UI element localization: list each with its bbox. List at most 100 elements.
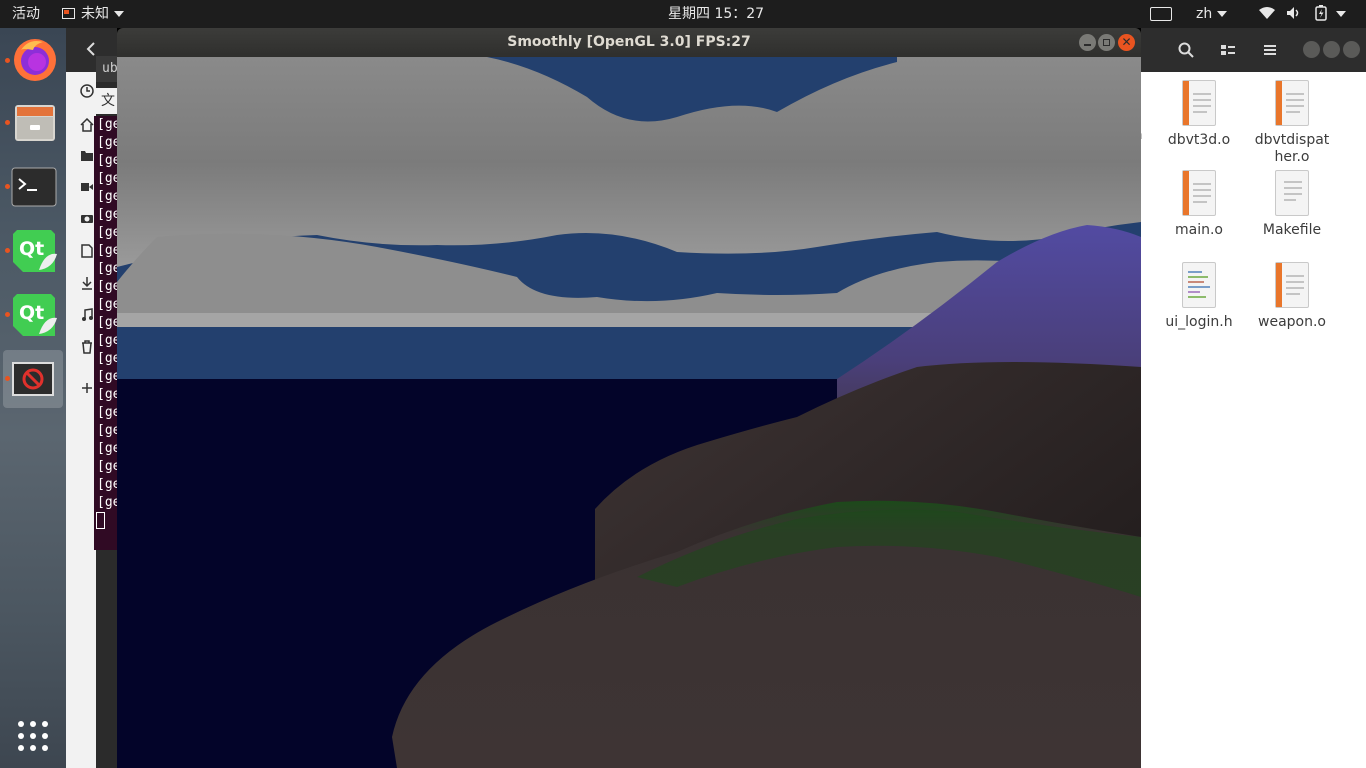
activities-button[interactable]: 活动 — [12, 0, 40, 28]
terminal-icon — [11, 167, 57, 207]
home-icon[interactable] — [80, 118, 94, 132]
terminal-line: [ge — [97, 261, 118, 276]
running-indicator — [5, 184, 10, 189]
terminal-line: [ge — [97, 243, 118, 258]
search-icon[interactable] — [1178, 42, 1194, 58]
view-options-icon[interactable] — [1220, 42, 1236, 58]
video-icon[interactable] — [80, 182, 94, 192]
top-bar: 活动 未知 星期四 15：27 zh — [0, 0, 1366, 28]
terminal-line: [ge — [97, 405, 118, 420]
terminal-line: [ge — [97, 135, 118, 150]
terminal-line: [ge — [97, 153, 118, 168]
running-indicator — [5, 248, 10, 253]
window-titlebar[interactable]: Smoothly [OpenGL 3.0] FPS:27 ✕ — [117, 28, 1141, 57]
file-name: dbvt3d.o — [1167, 132, 1231, 148]
app-menu-label: 未知 — [81, 6, 109, 22]
object-file-icon — [1275, 262, 1309, 308]
app-grid-icon — [18, 721, 48, 751]
object-file-icon — [1275, 80, 1309, 126]
music-icon[interactable] — [81, 308, 93, 322]
file-name: dbvtdispat her.o — [1254, 132, 1330, 165]
download-icon[interactable] — [81, 276, 93, 290]
app-menu[interactable]: 未知 — [62, 0, 124, 28]
dock-item-qt-creator[interactable]: Qt — [3, 222, 63, 280]
chevron-down-icon — [1217, 11, 1228, 17]
files-icon — [15, 105, 55, 141]
terminal-line: [ge — [97, 459, 118, 474]
terminal-line: [ge — [97, 279, 118, 294]
running-indicator — [5, 376, 10, 381]
object-file-icon — [1182, 170, 1216, 216]
close-icon[interactable]: ✕ — [1118, 34, 1135, 51]
chevron-down-icon — [1336, 11, 1347, 17]
qt-icon: Qt — [13, 294, 57, 336]
terminal-cursor — [96, 512, 105, 529]
svg-text:Qt: Qt — [19, 238, 44, 260]
terminal-line: [ge — [97, 423, 118, 438]
file-name: Makefile — [1262, 222, 1322, 238]
qt-icon: Qt — [13, 230, 57, 272]
dock: Qt Qt — [0, 28, 66, 768]
terminal-line: [ge — [97, 387, 118, 402]
file-item[interactable]: dbvt3d.o — [1154, 80, 1244, 148]
menu-icon[interactable] — [1262, 42, 1278, 58]
file-name: ui_login.h — [1165, 314, 1233, 330]
file-item[interactable]: Makefile — [1247, 170, 1337, 238]
folder-icon[interactable] — [80, 150, 94, 162]
terminal-line: [ge — [97, 369, 118, 384]
terminal-tab[interactable]: ub — [96, 56, 118, 82]
terminal-line: [ge — [97, 117, 118, 132]
app-window-icon — [62, 8, 75, 19]
terminal-line: [ge — [97, 351, 118, 366]
trash-icon[interactable] — [81, 340, 93, 354]
terminal-line: [ge — [97, 441, 118, 456]
dock-item-firefox[interactable] — [3, 32, 63, 90]
terminal-line: [ge — [97, 171, 118, 186]
maximize-icon[interactable] — [1098, 34, 1115, 51]
dock-item-qt-creator-2[interactable]: Qt — [3, 286, 63, 344]
file-manager-content: a dbvt3d.o dbvtdispat her.o main.o Makef… — [1134, 72, 1366, 768]
file-item[interactable]: dbvtdispat her.o — [1247, 80, 1337, 166]
show-applications-button[interactable] — [17, 720, 49, 752]
input-method-label: zh — [1196, 6, 1213, 22]
document-icon[interactable] — [81, 244, 93, 258]
terminal-line: [ge — [97, 189, 118, 204]
3d-scene-viewport[interactable] — [117, 57, 1141, 768]
code-file-icon — [1182, 262, 1216, 308]
terminal-line: [ge — [97, 207, 118, 222]
recent-icon[interactable] — [80, 84, 94, 98]
running-indicator — [5, 312, 10, 317]
minimize-icon[interactable] — [1303, 41, 1320, 58]
file-item[interactable]: ui_login.h — [1154, 262, 1244, 330]
wifi-icon — [1259, 7, 1275, 19]
clock[interactable]: 星期四 15：27 — [668, 0, 764, 28]
window-title: Smoothly [OpenGL 3.0] FPS:27 — [507, 34, 751, 50]
file-item[interactable]: main.o — [1154, 170, 1244, 238]
dock-item-terminal[interactable] — [3, 158, 63, 216]
terminal-menu[interactable]: 文 — [96, 88, 118, 114]
maximize-icon[interactable] — [1323, 41, 1340, 58]
running-indicator — [5, 120, 10, 125]
battery-icon — [1315, 5, 1327, 21]
file-name: weapon.o — [1258, 314, 1326, 330]
keyboard-icon[interactable] — [1150, 7, 1172, 21]
terminal-line: [ge — [97, 297, 118, 312]
dock-item-files[interactable] — [3, 94, 63, 152]
file-item[interactable]: weapon.o — [1247, 262, 1337, 330]
terminal-line: [ge — [97, 315, 118, 330]
minimize-icon[interactable] — [1079, 34, 1096, 51]
add-location-icon[interactable] — [81, 382, 93, 394]
system-menu[interactable] — [1258, 0, 1347, 28]
back-icon[interactable] — [84, 42, 98, 56]
firefox-icon — [14, 39, 56, 81]
running-indicator — [5, 58, 10, 63]
dock-item-unknown-app[interactable] — [3, 350, 63, 408]
camera-icon[interactable] — [80, 212, 94, 224]
terminal-line: [ge — [97, 225, 118, 240]
terminal-line: [ge — [97, 333, 118, 348]
terminal-output[interactable]: [ge [ge [ge [ge [ge [ge [ge [ge [ge [ge [ge [ge [ge [… — [94, 116, 118, 550]
volume-icon — [1287, 7, 1299, 19]
text-file-icon — [1275, 170, 1309, 216]
input-method-menu[interactable]: zh — [1196, 0, 1228, 28]
close-icon[interactable] — [1343, 41, 1360, 58]
